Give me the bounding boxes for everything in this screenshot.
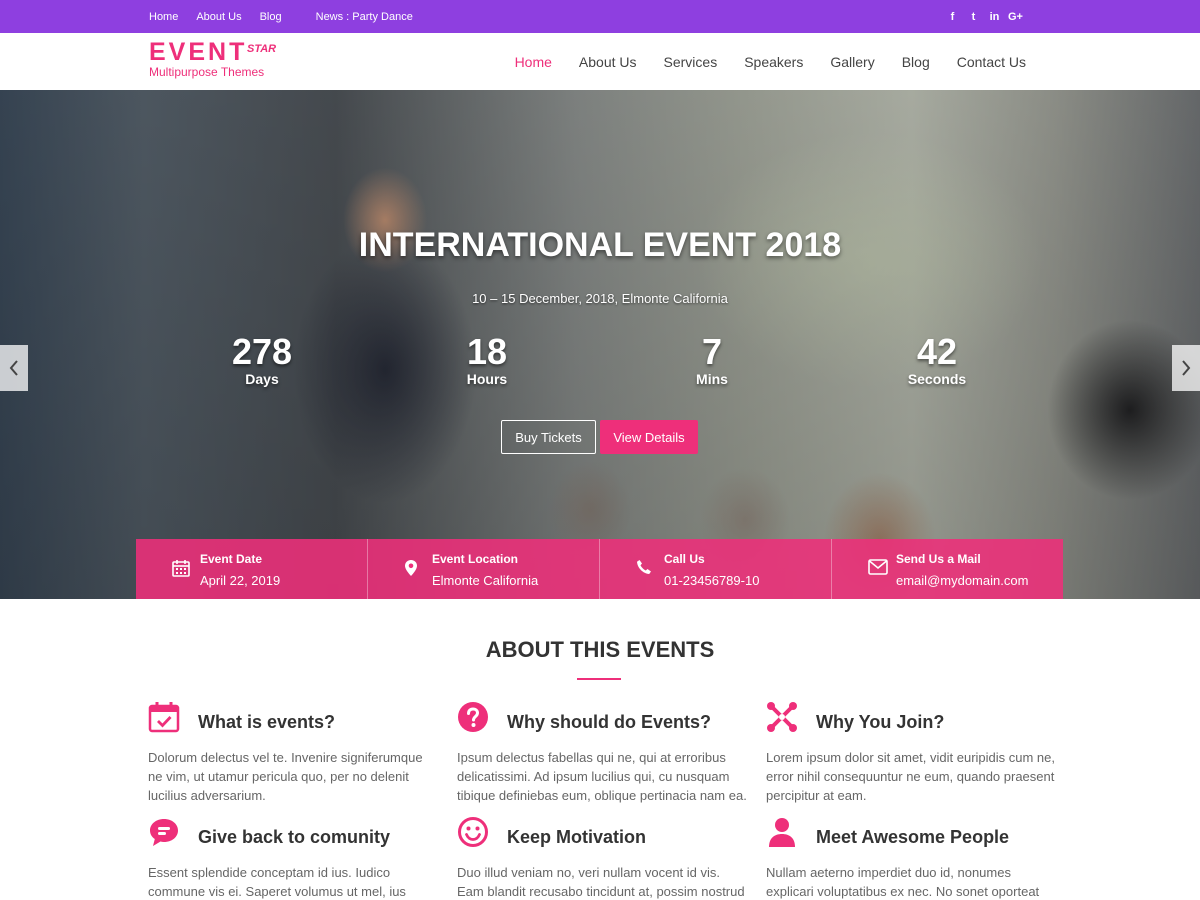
location-pin-icon [405,560,417,576]
info-value: April 22, 2019 [200,573,281,588]
info-event-location: Event Location Elmonte California [368,539,600,599]
nav-gallery[interactable]: Gallery [830,54,874,70]
info-value[interactable]: 01-23456789-10 [664,573,759,588]
feature-title: Give back to comunity [198,827,391,847]
feature-title: Keep Motivation [507,827,647,847]
calendar-icon [172,560,190,577]
logo-brand: EVENT [149,38,248,66]
countdown-number: 18 [466,331,508,372]
logo-tagline: Multipurpose Themes [149,65,265,79]
info-call-us: Call Us 01-23456789-10 [600,539,832,599]
countdown-unit: Mins [696,371,728,387]
news-ticker[interactable]: News : Party Dance [316,11,413,23]
info-title: Call Us [664,552,705,566]
top-link-about[interactable]: About Us [196,11,241,23]
top-link-blog[interactable]: Blog [260,11,282,23]
user-icon [769,818,795,847]
chat-bubble-icon [150,819,178,846]
countdown-hours: 18 Hours [427,331,547,388]
feature-text: Nullam aeterno imperdiet duo id, nonumes… [766,865,1040,899]
feature-text: Lorem ipsum dolor sit amet, vidit euripi… [766,750,1056,803]
social-links: f t in G+ [942,0,1026,33]
hero-background [0,90,1200,599]
info-value[interactable]: email@mydomain.com [896,573,1028,588]
smiley-icon [458,817,488,847]
info-send-mail: Send Us a Mail email@mydomain.com [832,539,1063,599]
countdown-unit: Seconds [907,371,967,387]
google-plus-icon[interactable]: G+ [1005,11,1026,23]
title-divider [577,678,621,680]
top-bar: Home About Us Blog News : Party Dance f … [0,0,1200,33]
hero-title: INTERNATIONAL EVENT 2018 [358,226,842,264]
info-title: Event Location [432,552,519,566]
countdown-unit: Days [245,371,279,387]
view-details-button[interactable]: View Details [600,420,698,454]
countdown-mins: 7 Mins [652,331,772,388]
info-title: Event Date [200,552,263,566]
feature-text: Essent splendide conceptam id ius. Iudic… [148,865,406,899]
feature-title: Why You Join? [816,712,945,732]
feature-text: Ipsum delectus fabellas qui ne, qui at e… [457,750,747,803]
chevron-right-icon[interactable] [1172,345,1200,391]
nav-home[interactable]: Home [515,54,552,70]
twitter-icon[interactable]: t [963,11,984,23]
nav-blog[interactable]: Blog [902,54,930,70]
top-link-home[interactable]: Home [149,11,178,23]
info-event-date: Event Date April 22, 2019 [136,539,368,599]
facebook-icon[interactable]: f [942,11,963,23]
countdown-seconds: 42 Seconds [877,331,997,388]
linkedin-icon[interactable]: in [984,11,1005,23]
hero-dates: 10 – 15 December, 2018, Elmonte Californ… [472,291,728,306]
calendar-check-icon [148,702,180,733]
countdown-number: 278 [231,331,293,372]
buy-tickets-button[interactable]: Buy Tickets [501,420,596,454]
feature-title: Meet Awesome People [816,827,1010,847]
countdown-unit: Hours [466,371,508,387]
envelope-icon [868,559,888,575]
info-value: Elmonte California [432,573,539,588]
feature-text: Duo illud veniam no, veri nullam vocent … [457,865,745,899]
logo-star: STAR [247,43,277,55]
question-circle-icon [458,702,488,732]
joomla-icon [767,702,797,732]
feature-title: Why should do Events? [507,712,712,732]
nav-speakers[interactable]: Speakers [744,54,803,70]
hero-slider: INTERNATIONAL EVENT 2018 10 – 15 Decembe… [0,90,1200,599]
countdown-number: 7 [701,331,723,372]
site-header: EVENT STAR Multipurpose Themes Home Abou… [0,33,1200,90]
nav-contact-us[interactable]: Contact Us [957,54,1026,70]
nav-about-us[interactable]: About Us [579,54,637,70]
main-nav: Home About Us Services Speakers Gallery … [488,33,1026,90]
info-title: Send Us a Mail [896,552,981,566]
countdown-number: 42 [916,331,958,372]
about-title: ABOUT THIS EVENTS [485,637,715,662]
feature-title: What is events? [198,712,336,732]
logo[interactable]: EVENT STAR Multipurpose Themes [149,38,276,79]
event-info-bar: Event Date April 22, 2019 Event Location… [136,539,1063,599]
top-links: Home About Us Blog News : Party Dance [149,0,431,33]
phone-icon [637,560,651,574]
feature-text: Dolorum delectus vel te. Invenire signif… [148,750,423,803]
nav-services[interactable]: Services [664,54,718,70]
chevron-left-icon[interactable] [0,345,28,391]
countdown-days: 278 Days [202,331,322,388]
